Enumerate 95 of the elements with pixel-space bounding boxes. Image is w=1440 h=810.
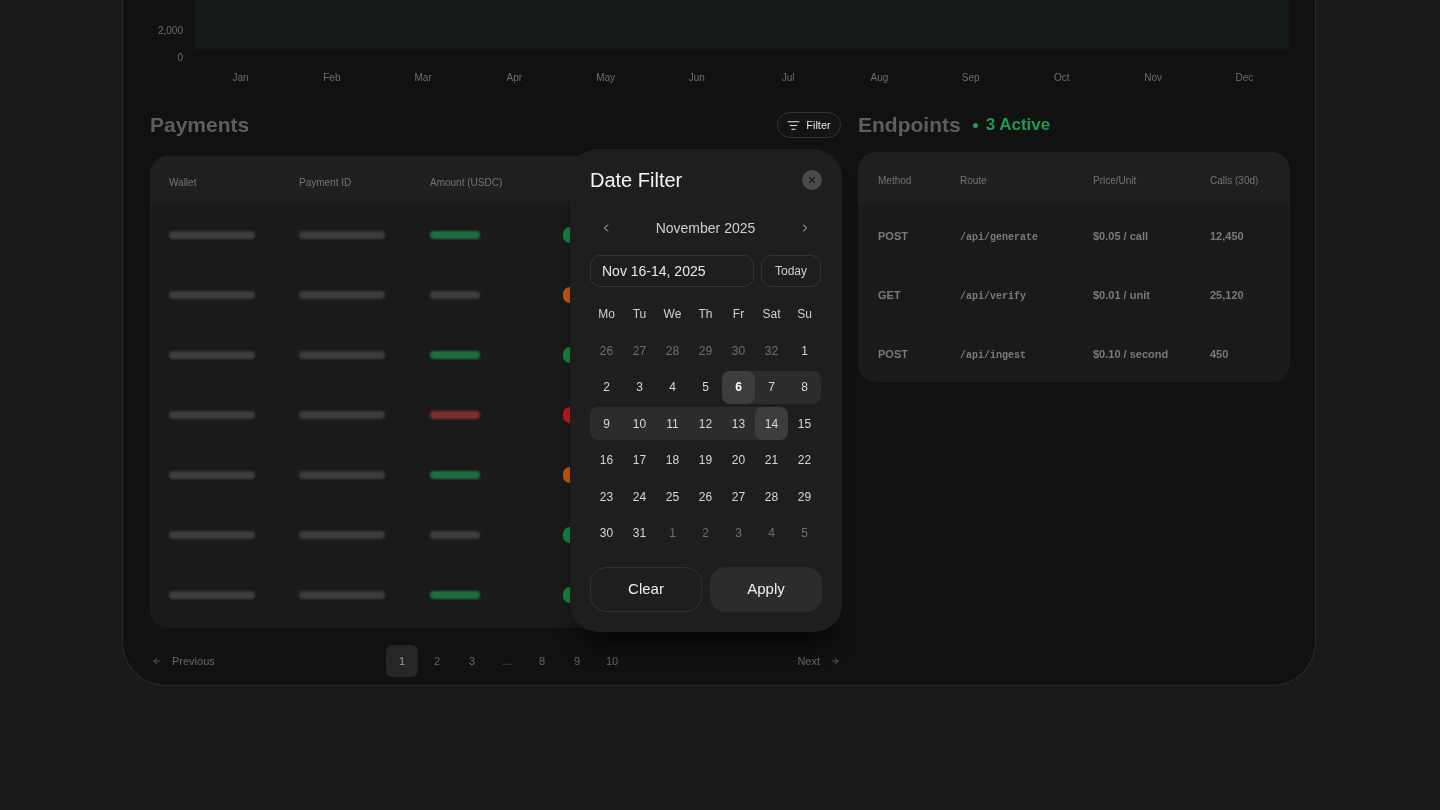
page-button[interactable]: 1: [386, 645, 418, 677]
column-header: Payment ID: [299, 176, 352, 188]
axis-label: Aug: [870, 71, 889, 85]
calendar-day[interactable]: 23: [590, 480, 623, 513]
blurred-text: [430, 351, 480, 359]
blurred-text: [430, 471, 480, 479]
weekday-label: Fr: [732, 306, 745, 323]
column-header: Method: [878, 174, 912, 186]
axis-label: Sep: [961, 71, 980, 85]
table-cell: GET: [878, 288, 901, 301]
axis-label: Jun: [688, 71, 705, 85]
table-cell: $0.10 / second: [1093, 347, 1169, 360]
calendar-day[interactable]: 21: [755, 443, 788, 477]
calendar-day[interactable]: 9: [590, 407, 623, 440]
axis-label: May: [596, 71, 616, 85]
calendar-day[interactable]: 2: [590, 370, 623, 404]
calendar-day[interactable]: 30: [590, 516, 623, 550]
weekday-label: We: [663, 306, 682, 323]
calendar-day[interactable]: 4: [656, 370, 689, 404]
column-header: Route: [960, 174, 987, 186]
calendar-day[interactable]: 16: [590, 443, 623, 477]
column-header: Wallet: [169, 176, 197, 188]
calendar-day[interactable]: 6: [722, 370, 755, 404]
table-cell: $0.05 / call: [1093, 229, 1149, 242]
blurred-text: [430, 591, 480, 599]
column-header: Price/Unit: [1093, 174, 1137, 186]
table-cell: /api/ingest: [960, 349, 1026, 361]
calendar-day[interactable]: 27: [722, 480, 755, 513]
calendar-day[interactable]: 10: [623, 407, 656, 440]
calendar-day[interactable]: 26: [689, 480, 722, 513]
ellipsis: ...: [502, 653, 512, 669]
calendar-day[interactable]: 13: [722, 407, 755, 440]
calendar-day[interactable]: 22: [788, 443, 821, 477]
close-icon: [807, 175, 817, 185]
active-count: 3 Active: [985, 114, 1051, 137]
table-cell: POST: [878, 347, 908, 360]
axis-label: 2,000: [157, 24, 183, 38]
blurred-text: [430, 291, 480, 299]
column-header: Calls (30d): [1210, 174, 1259, 186]
axis-label: Nov: [1144, 71, 1162, 85]
calendar-day[interactable]: 11: [656, 407, 689, 440]
table-cell: $0.01 / unit: [1093, 288, 1150, 301]
table-cell: /api/generate: [960, 231, 1038, 243]
section-title: Endpoints: [858, 112, 961, 139]
axis-label: Jan: [232, 71, 249, 85]
calendar-day[interactable]: 5: [689, 370, 722, 404]
axis-label: 0: [177, 51, 183, 65]
calendar-day[interactable]: 12: [689, 407, 722, 440]
dialog-title: Date Filter: [590, 168, 683, 192]
month-label: November 2025: [655, 218, 756, 238]
calendar-day[interactable]: 14: [755, 407, 788, 440]
arrow-left-icon: [152, 656, 162, 666]
today-button[interactable]: Today: [761, 255, 821, 287]
date-range-field[interactable]: Nov 16-14, 2025: [590, 255, 754, 287]
axis-label: Mar: [414, 71, 432, 85]
calendar-day[interactable]: 31: [623, 516, 656, 550]
axis-label: Apr: [506, 71, 523, 85]
calendar-day[interactable]: 1: [788, 334, 821, 367]
axis-label: Feb: [323, 71, 341, 85]
weekday-label: Th: [698, 306, 713, 323]
table-cell: /api/verify: [960, 290, 1026, 302]
weekday-label: Sat: [762, 306, 781, 323]
axis-label: Jul: [781, 71, 795, 85]
table-cell: 25,120: [1210, 288, 1244, 301]
calendar-day[interactable]: 15: [788, 407, 821, 440]
weekday-label: Su: [797, 306, 812, 323]
apply-button[interactable]: Apply: [710, 566, 822, 612]
clear-button[interactable]: Clear: [590, 566, 702, 612]
previous-button[interactable]: Previous: [152, 652, 215, 670]
axis-label: Dec: [1235, 71, 1254, 85]
table-cell: 450: [1210, 347, 1229, 360]
arrow-right-icon: [830, 656, 840, 666]
calendar-day[interactable]: 29: [788, 480, 821, 513]
calendar-day[interactable]: 18: [656, 443, 689, 477]
calendar-day[interactable]: 24: [623, 480, 656, 513]
calendar-day[interactable]: 20: [722, 443, 755, 477]
calendar-day[interactable]: 28: [755, 480, 788, 513]
calendar-day[interactable]: 17: [623, 443, 656, 477]
blurred-text: [430, 231, 480, 239]
column-header: Amount (USDC): [430, 176, 503, 188]
calendar-day[interactable]: 25: [656, 480, 689, 513]
blurred-text: [430, 531, 480, 539]
calendar-day[interactable]: 3: [623, 370, 656, 404]
calendar-day[interactable]: 19: [689, 443, 722, 477]
blurred-text: [430, 411, 480, 419]
axis-label: Oct: [1054, 71, 1070, 85]
filter-icon: [787, 118, 801, 132]
section-title: Payments: [150, 112, 250, 139]
table-cell: 12,450: [1210, 229, 1244, 242]
weekday-label: Mo: [598, 306, 615, 323]
table-cell: POST: [878, 229, 908, 242]
calendar-day[interactable]: 8: [788, 370, 821, 404]
calendar-day[interactable]: 7: [755, 370, 788, 404]
weekday-label: Tu: [632, 306, 647, 323]
filter-button[interactable]: Filter: [777, 112, 841, 138]
